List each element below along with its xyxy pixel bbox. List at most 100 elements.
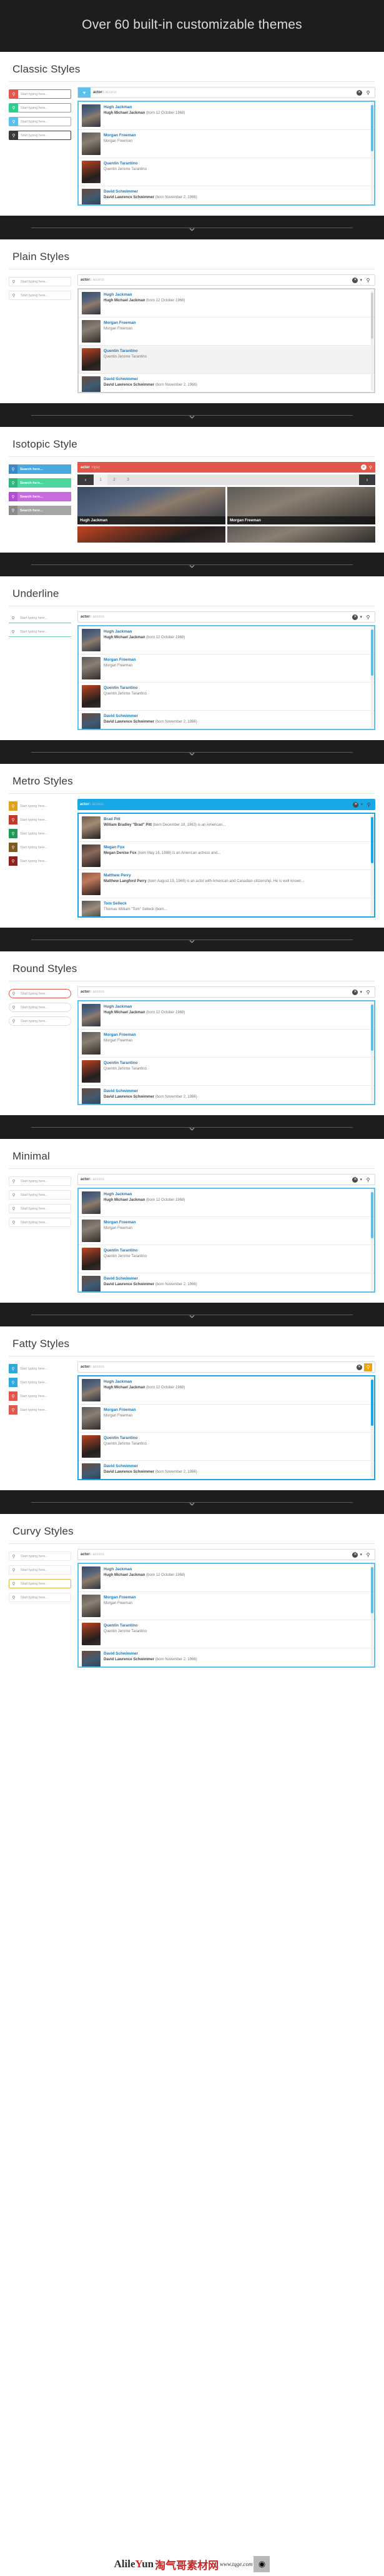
- search-input-demo[interactable]: ⚲ Start typing here...: [9, 1593, 71, 1603]
- search-query-text[interactable]: actors access: [78, 278, 352, 282]
- search-input-demo[interactable]: ⚲ Start typing here...: [9, 801, 71, 811]
- result-row[interactable]: Morgan Freeman Morgan Freeman: [79, 654, 374, 683]
- search-icon[interactable]: ⚲: [364, 89, 372, 97]
- search-input-demo[interactable]: ⚲ Start typing here...: [9, 1003, 71, 1013]
- search-input-demo[interactable]: ⚲ Start typing here...: [9, 1565, 71, 1575]
- result-row[interactable]: David Schwimmer David Lawrence Schwimmer…: [79, 1086, 374, 1105]
- search-bar[interactable]: actors access ✕ ▾ ⚲: [77, 986, 375, 998]
- result-row[interactable]: David Schwimmer David Lawrence Schwimmer…: [79, 1461, 374, 1480]
- page-number[interactable]: 2: [107, 474, 121, 485]
- search-icon[interactable]: ⚲: [364, 988, 372, 996]
- search-query-text[interactable]: actor vijjay: [81, 466, 100, 469]
- search-bar[interactable]: actors access ✕ ▾ ⚲: [77, 1174, 375, 1186]
- search-input-demo[interactable]: ⚲ Search here...: [9, 478, 71, 488]
- search-input-demo[interactable]: ⚲ Start typing here...: [9, 117, 71, 127]
- result-row[interactable]: Hugh Jackman Hugh Michael Jackman (born …: [79, 1376, 374, 1405]
- search-input-demo[interactable]: ⚲ Start typing here...: [9, 989, 71, 999]
- search-input-demo[interactable]: ⚲ Start typing here...: [9, 843, 71, 853]
- close-circle-icon[interactable]: ✕: [352, 1176, 358, 1183]
- chevron-right-icon[interactable]: ›: [359, 474, 375, 486]
- search-input-demo[interactable]: ⚲ Start typing here...: [9, 614, 71, 624]
- result-row[interactable]: Hugh Jackman Hugh Michael Jackman (born …: [79, 1564, 374, 1593]
- result-row[interactable]: Hugh Jackman Hugh Michael Jackman (born …: [79, 1001, 374, 1030]
- search-input-demo[interactable]: ⚲ Start typing here...: [9, 815, 71, 825]
- search-input-demo[interactable]: ⚲ Start typing here...: [9, 1579, 71, 1589]
- chevron-down-icon[interactable]: ▾: [360, 614, 362, 619]
- result-row[interactable]: Quentin Tarantino Quentin Jerome Taranti…: [79, 1058, 374, 1086]
- search-query-text[interactable]: actors access: [78, 1553, 352, 1556]
- result-row[interactable]: Morgan Freeman Morgan Freeman: [79, 1217, 374, 1246]
- result-row[interactable]: Hugh Jackman Hugh Michael Jackman (born …: [79, 1189, 374, 1218]
- search-icon[interactable]: ⚲: [364, 1176, 372, 1184]
- result-row[interactable]: Morgan Freeman Morgan Freeman: [79, 1405, 374, 1433]
- chevron-down-icon[interactable]: ▾: [360, 990, 362, 995]
- dropdown-scrollbar[interactable]: [371, 1003, 373, 1103]
- close-circle-icon[interactable]: ✕: [352, 989, 358, 995]
- dropdown-scrollbar[interactable]: [371, 291, 373, 391]
- search-input-demo[interactable]: ⚲ Search here...: [9, 464, 71, 474]
- dropdown-scrollbar[interactable]: [371, 628, 373, 728]
- result-row[interactable]: Morgan Freeman Morgan Freeman: [79, 1592, 374, 1621]
- search-query-text[interactable]: actors access: [78, 1178, 352, 1181]
- close-circle-icon[interactable]: ✕: [357, 89, 362, 96]
- result-row[interactable]: Morgan Freeman Morgan Freeman: [79, 130, 374, 159]
- search-bar[interactable]: actor vijjay ✕ ⚲: [77, 462, 375, 473]
- result-row[interactable]: Morgan Freeman Morgan Freeman: [79, 1030, 374, 1058]
- search-input-demo[interactable]: ⚲ Start typing here...: [9, 1391, 71, 1401]
- actor-card[interactable]: Morgan Freeman: [227, 487, 375, 525]
- chevron-left-icon[interactable]: ‹: [77, 474, 94, 486]
- result-row[interactable]: Hugh Jackman Hugh Michael Jackman (born …: [79, 289, 374, 318]
- search-query-text[interactable]: actors access: [78, 615, 352, 619]
- close-circle-icon[interactable]: ✕: [353, 801, 359, 808]
- result-row[interactable]: Tom Selleck Thomas William "Tom" Selleck…: [79, 898, 374, 917]
- result-row[interactable]: Quentin Tarantino Quentin Jerome Taranti…: [79, 683, 374, 711]
- search-input-demo[interactable]: ⚲ Start typing here...: [9, 1551, 71, 1561]
- result-row[interactable]: Quentin Tarantino Quentin Jerome Taranti…: [79, 1620, 374, 1649]
- search-bar[interactable]: actors access ✕ ▾ ⚲: [77, 274, 375, 286]
- page-number[interactable]: 3: [121, 474, 135, 485]
- close-circle-icon[interactable]: ✕: [352, 614, 358, 620]
- dropdown-scrollbar[interactable]: [371, 1190, 373, 1291]
- search-input-demo[interactable]: ⚲ Start typing here...: [9, 89, 71, 99]
- search-input-demo[interactable]: ⚲ Start typing here...: [9, 103, 71, 113]
- result-row[interactable]: Morgan Freeman Morgan Freeman: [79, 318, 374, 346]
- search-query-text[interactable]: actors access: [78, 990, 352, 994]
- search-input-demo[interactable]: ⚲ Start typing here...: [9, 1364, 71, 1374]
- result-row[interactable]: Brad Pitt William Bradley "Brad" Pitt (b…: [79, 814, 374, 843]
- search-bar[interactable]: ▾ actors access ✕ ⚲: [77, 87, 375, 99]
- chevron-down-icon[interactable]: ▾: [360, 1552, 362, 1557]
- actor-card[interactable]: [77, 526, 225, 543]
- dropdown-scrollbar[interactable]: [371, 1565, 373, 1666]
- search-input-demo[interactable]: ⚲ Start typing here...: [9, 277, 71, 287]
- search-bar[interactable]: actors access ✕ ▾ ⚲: [77, 799, 375, 811]
- search-bar[interactable]: actors access ✕ ▾ ⚲: [77, 611, 375, 623]
- result-row[interactable]: David Schwimmer David Lawrence Schwimmer…: [79, 711, 374, 729]
- search-bar[interactable]: actors access ✕ ▾ ⚲: [77, 1549, 375, 1561]
- search-icon[interactable]: ⚲: [369, 465, 372, 470]
- search-input-demo[interactable]: ⚲ Start typing here...: [9, 1176, 71, 1186]
- search-icon[interactable]: ⚲: [365, 801, 373, 809]
- search-query-text[interactable]: actors access: [91, 91, 357, 94]
- search-input-demo[interactable]: ⚲ Start typing here...: [9, 829, 71, 839]
- page-number[interactable]: 1: [94, 474, 107, 486]
- chevron-down-icon[interactable]: ▾: [360, 802, 363, 807]
- dropdown-scrollbar[interactable]: [371, 1378, 373, 1478]
- actor-card[interactable]: Hugh Jackman: [77, 487, 225, 525]
- search-icon[interactable]: ⚲: [364, 1363, 372, 1371]
- actor-card[interactable]: [227, 526, 375, 543]
- close-circle-icon[interactable]: ✕: [357, 1364, 362, 1370]
- search-input-demo[interactable]: ⚲ Start typing here...: [9, 1218, 71, 1228]
- dropdown-scrollbar[interactable]: [371, 815, 373, 916]
- close-circle-icon[interactable]: ✕: [360, 464, 367, 471]
- result-row[interactable]: Hugh Jackman Hugh Michael Jackman (born …: [79, 626, 374, 655]
- chevron-down-icon[interactable]: ▾: [360, 1177, 362, 1182]
- search-input-demo[interactable]: ⚲ Search here...: [9, 506, 71, 516]
- search-input-demo[interactable]: ⚲ Start typing here...: [9, 1378, 71, 1388]
- close-circle-icon[interactable]: ✕: [352, 1551, 358, 1558]
- result-row[interactable]: David Schwimmer David Lawrence Schwimmer…: [79, 1648, 374, 1667]
- result-row[interactable]: David Schwimmer David Lawrence Schwimmer…: [79, 186, 374, 205]
- result-row[interactable]: Quentin Tarantino Quentin Jerome Taranti…: [79, 1433, 374, 1461]
- result-row[interactable]: Matthew Perry Matthew Langford Perry (bo…: [79, 870, 374, 899]
- result-row[interactable]: Quentin Tarantino Quentin Jerome Taranti…: [79, 158, 374, 187]
- search-query-text[interactable]: actors access: [77, 803, 353, 806]
